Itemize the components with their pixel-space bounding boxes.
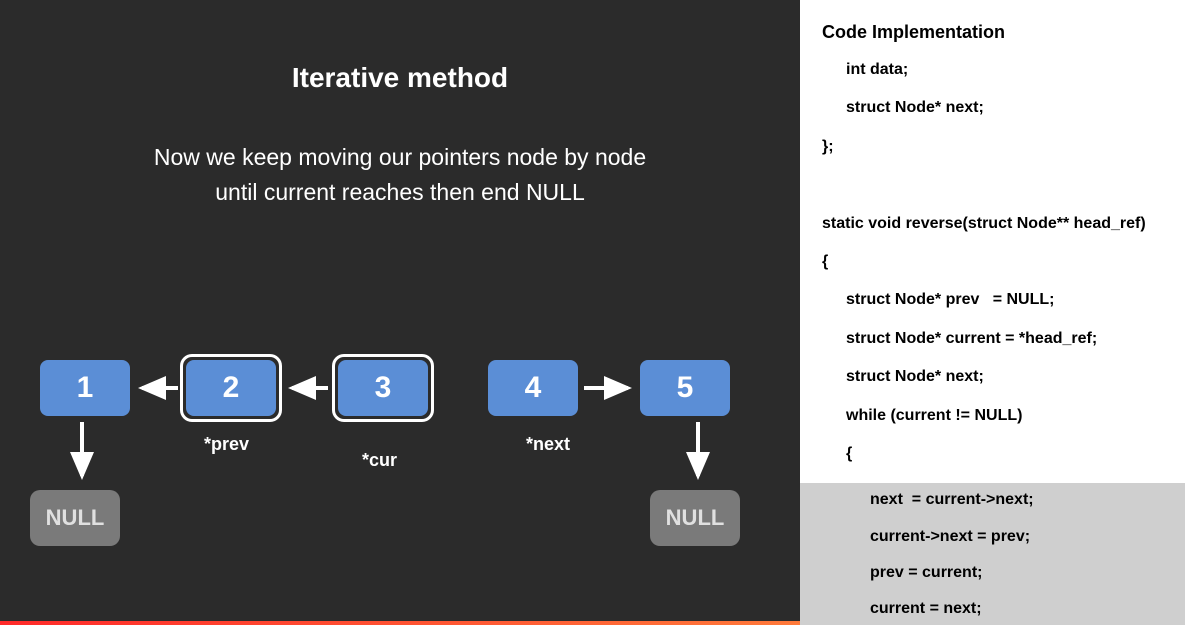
- progress-bar: [0, 621, 800, 625]
- null-right: NULL: [650, 490, 740, 546]
- code-line: next = current->next;: [822, 491, 1163, 509]
- code-highlight-block: next = current->next; current->next = pre…: [800, 483, 1185, 625]
- node-1: 1: [40, 360, 130, 416]
- code-line: while (current != NULL): [822, 407, 1163, 425]
- node-5: 5: [640, 360, 730, 416]
- slide-subtitle: Now we keep moving our pointers node by …: [40, 140, 760, 209]
- code-heading: Code Implementation: [822, 22, 1163, 43]
- code-line: };: [822, 138, 1163, 156]
- code-line: {: [822, 445, 1163, 463]
- code-line: current->next = prev;: [822, 528, 1163, 546]
- code-line: struct Node* prev = NULL;: [822, 291, 1163, 309]
- ptr-prev-label: *prev: [204, 434, 249, 455]
- ptr-cur-label: *cur: [362, 450, 397, 471]
- code-line: current = next;: [822, 600, 1163, 618]
- code-lines: int data; struct Node* next;}; static voi…: [822, 61, 1163, 463]
- code-line: struct Node* next;: [822, 99, 1163, 117]
- linked-list-diagram: 1 2 3 4 5 NULL NULL *prev *cur *next: [0, 360, 800, 600]
- code-line: int data;: [822, 61, 1163, 79]
- node-4: 4: [488, 360, 578, 416]
- null-left: NULL: [30, 490, 120, 546]
- code-line: struct Node* next;: [822, 368, 1163, 386]
- code-line: static void reverse(struct Node** head_r…: [822, 215, 1163, 233]
- subtitle-line-2: until current reaches then end NULL: [215, 179, 585, 205]
- code-line: [822, 176, 1163, 194]
- code-panel: Code Implementation int data; struct Node…: [800, 0, 1185, 625]
- node-3: 3: [338, 360, 428, 416]
- code-line: {: [822, 253, 1163, 271]
- node-2: 2: [186, 360, 276, 416]
- subtitle-line-1: Now we keep moving our pointers node by …: [154, 144, 646, 170]
- ptr-next-label: *next: [526, 434, 570, 455]
- code-line: prev = current;: [822, 564, 1163, 582]
- slide-title: Iterative method: [0, 62, 800, 94]
- slide-panel: Iterative method Now we keep moving our …: [0, 0, 800, 625]
- code-line: struct Node* current = *head_ref;: [822, 330, 1163, 348]
